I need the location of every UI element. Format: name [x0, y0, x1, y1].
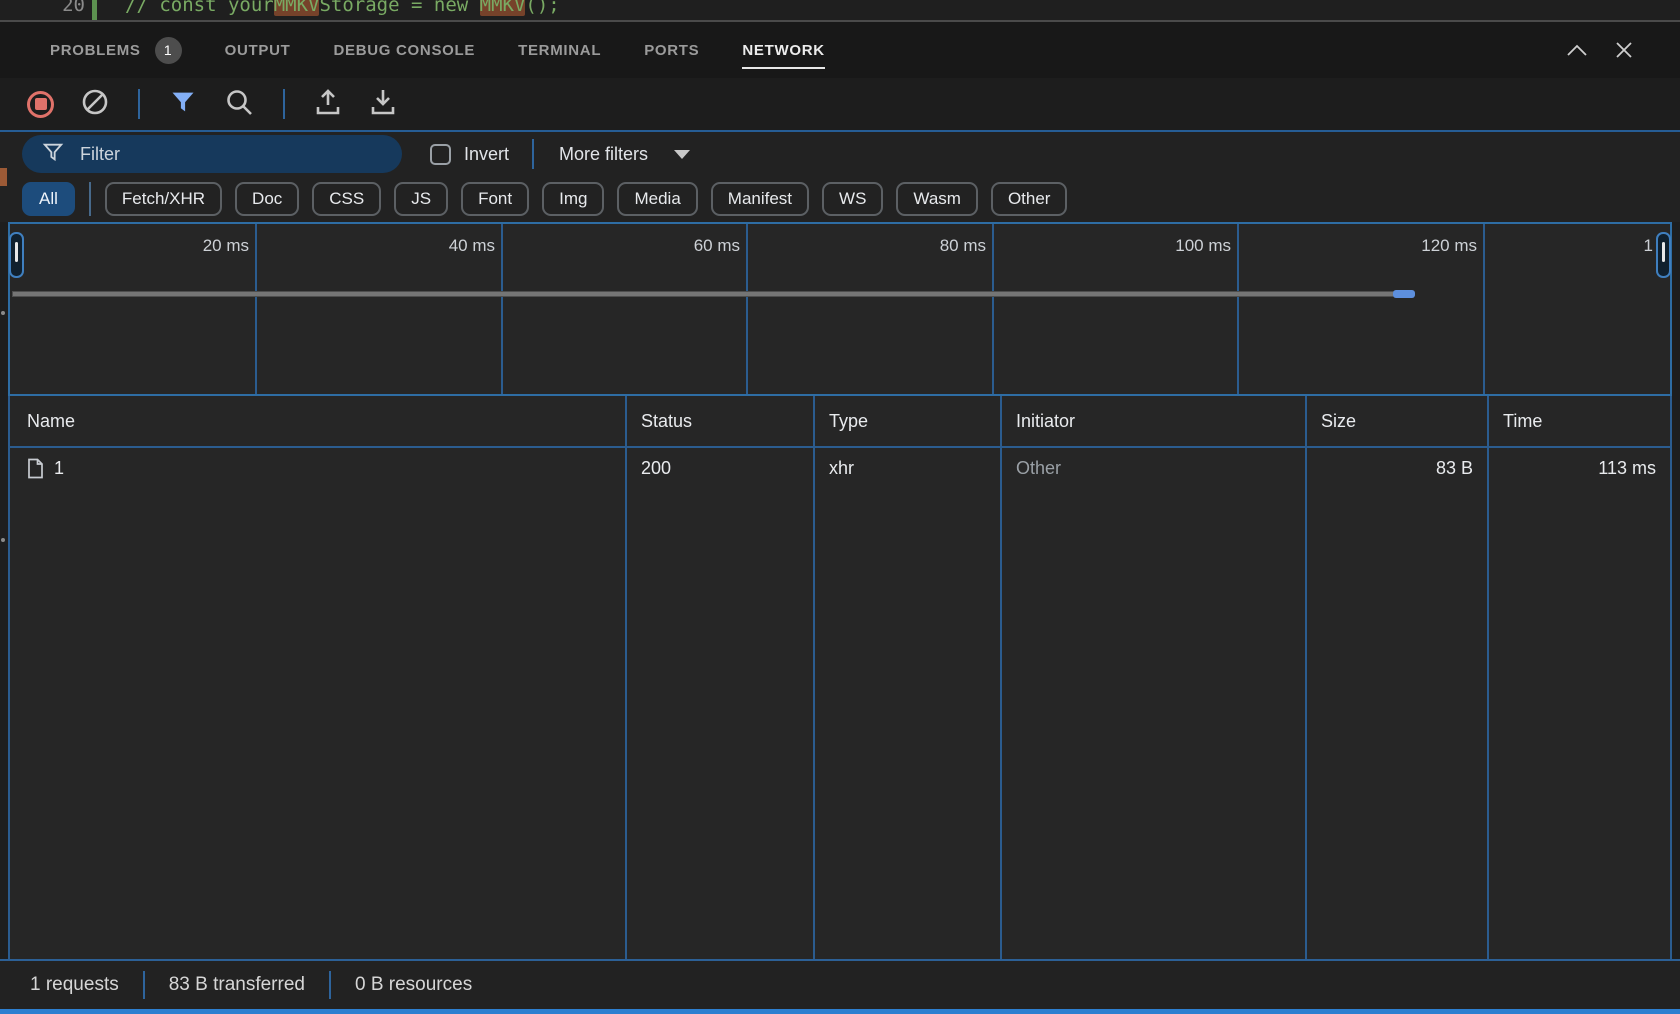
document-icon	[27, 458, 44, 479]
request-status-cell: 200	[625, 448, 813, 488]
overview-right-handle[interactable]	[1656, 232, 1671, 278]
tab-debug-console[interactable]: DEBUG CONSOLE	[333, 26, 475, 75]
table-empty-area	[10, 488, 1670, 959]
summary-separator	[329, 971, 331, 999]
invert-label: Invert	[464, 144, 509, 165]
requests-table: Name Status Type Initiator Size Time 1 2…	[8, 396, 1672, 959]
panel-controls	[1566, 22, 1634, 78]
close-icon[interactable]	[1614, 40, 1634, 60]
timeline-tick: 80 ms	[876, 224, 986, 268]
search-icon[interactable]	[224, 87, 254, 122]
network-overview-wrap: 20 ms 40 ms 60 ms 80 ms 100 ms 120 ms 1	[0, 222, 1680, 396]
column-header-type[interactable]: Type	[813, 396, 1000, 446]
column-header-time[interactable]: Time	[1487, 396, 1670, 446]
timeline-gridline	[255, 224, 257, 394]
problems-count-badge: 1	[155, 37, 182, 64]
overview-request-bar-download	[1393, 290, 1415, 298]
chip-divider	[89, 182, 91, 216]
editor-code-strip: 20 // const yourMMKVStorage = new MMKV()…	[0, 0, 1680, 22]
chip-css[interactable]: CSS	[312, 182, 381, 216]
chip-other[interactable]: Other	[991, 182, 1068, 216]
table-row[interactable]: 1 200 xhr Other 83 B 113 ms	[10, 448, 1670, 488]
timeline-gridline	[1237, 224, 1239, 394]
panel-tab-bar: PROBLEMS 1 OUTPUT DEBUG CONSOLE TERMINAL…	[0, 22, 1680, 78]
resources-size: 0 B resources	[355, 974, 472, 996]
editor-line-number: 20	[0, 0, 85, 18]
timeline-tick: 60 ms	[630, 224, 740, 268]
chip-manifest[interactable]: Manifest	[711, 182, 809, 216]
network-summary-bar: 1 requests 83 B transferred 0 B resource…	[0, 959, 1680, 1009]
funnel-icon	[42, 141, 64, 168]
chevron-up-icon[interactable]	[1566, 43, 1588, 57]
editor-minimap-artifact	[0, 168, 7, 186]
invert-checkbox[interactable]	[430, 144, 451, 165]
tab-network[interactable]: NETWORK	[742, 26, 824, 75]
timeline-gridline	[746, 224, 748, 394]
request-time-cell: 113 ms	[1487, 448, 1670, 488]
requests-count: 1 requests	[30, 974, 119, 996]
request-size-cell: 83 B	[1305, 448, 1487, 488]
clear-icon[interactable]	[81, 88, 109, 121]
chip-fetch-xhr[interactable]: Fetch/XHR	[105, 182, 222, 216]
overview-left-handle[interactable]	[9, 232, 24, 278]
request-type-cell: xhr	[813, 448, 1000, 488]
more-filters-button[interactable]: More filters	[559, 144, 690, 165]
grip-icon	[15, 242, 18, 262]
code-comment: // const yourMMKVStorage = new MMKV();	[125, 0, 560, 18]
overview-request-bar	[12, 291, 1394, 297]
git-modified-gutter	[92, 0, 97, 22]
filter-input[interactable]: Filter	[22, 135, 402, 173]
timeline-tick: 120 ms	[1367, 224, 1477, 268]
editor-dot-artifact	[1, 538, 5, 542]
column-header-name[interactable]: Name	[10, 396, 625, 446]
grip-icon	[1662, 242, 1665, 262]
table-header-row: Name Status Type Initiator Size Time	[10, 396, 1670, 448]
timeline-tick: 100 ms	[1121, 224, 1231, 268]
network-overview[interactable]: 20 ms 40 ms 60 ms 80 ms 100 ms 120 ms 1	[8, 222, 1672, 396]
tab-problems[interactable]: PROBLEMS 1	[50, 21, 182, 80]
chip-doc[interactable]: Doc	[235, 182, 299, 216]
panel-bottom-border	[0, 1009, 1680, 1014]
filter-separator	[532, 139, 534, 169]
chip-js[interactable]: JS	[394, 182, 448, 216]
timeline-tick: 40 ms	[385, 224, 495, 268]
timeline-tick-clipped: 1	[1553, 224, 1653, 268]
export-har-icon[interactable]	[369, 87, 397, 122]
request-initiator-cell: Other	[1000, 448, 1305, 488]
tab-output[interactable]: OUTPUT	[225, 26, 291, 75]
timeline-gridline	[1483, 224, 1485, 394]
toolbar-separator	[138, 89, 140, 119]
chip-all[interactable]: All	[22, 182, 75, 216]
summary-separator	[143, 971, 145, 999]
timeline-gridline	[501, 224, 503, 394]
chip-img[interactable]: Img	[542, 182, 604, 216]
filter-row: Filter Invert More filters	[0, 130, 1680, 176]
column-header-initiator[interactable]: Initiator	[1000, 396, 1305, 446]
import-har-icon[interactable]	[314, 87, 342, 122]
request-name-cell: 1	[10, 448, 625, 488]
column-header-status[interactable]: Status	[625, 396, 813, 446]
timeline-gridline	[992, 224, 994, 394]
filter-placeholder: Filter	[80, 144, 120, 165]
toolbar-separator	[283, 89, 285, 119]
editor-dot-artifact	[1, 311, 5, 315]
search-match-highlight: MMKV	[274, 0, 320, 16]
filter-icon[interactable]	[169, 88, 197, 121]
column-header-size[interactable]: Size	[1305, 396, 1487, 446]
record-icon[interactable]	[27, 91, 54, 118]
chip-font[interactable]: Font	[461, 182, 529, 216]
transferred-size: 83 B transferred	[169, 974, 305, 996]
resource-type-filters: All Fetch/XHR Doc CSS JS Font Img Media …	[0, 176, 1680, 222]
tab-terminal[interactable]: TERMINAL	[518, 26, 601, 75]
requests-table-wrap: Name Status Type Initiator Size Time 1 2…	[0, 396, 1680, 959]
chevron-down-icon	[674, 150, 690, 159]
network-toolbar	[0, 78, 1680, 130]
chip-ws[interactable]: WS	[822, 182, 883, 216]
chip-wasm[interactable]: Wasm	[896, 182, 978, 216]
tab-ports[interactable]: PORTS	[644, 26, 699, 75]
timeline-tick: 20 ms	[139, 224, 249, 268]
chip-media[interactable]: Media	[617, 182, 697, 216]
search-match-highlight: MMKV	[480, 0, 526, 16]
